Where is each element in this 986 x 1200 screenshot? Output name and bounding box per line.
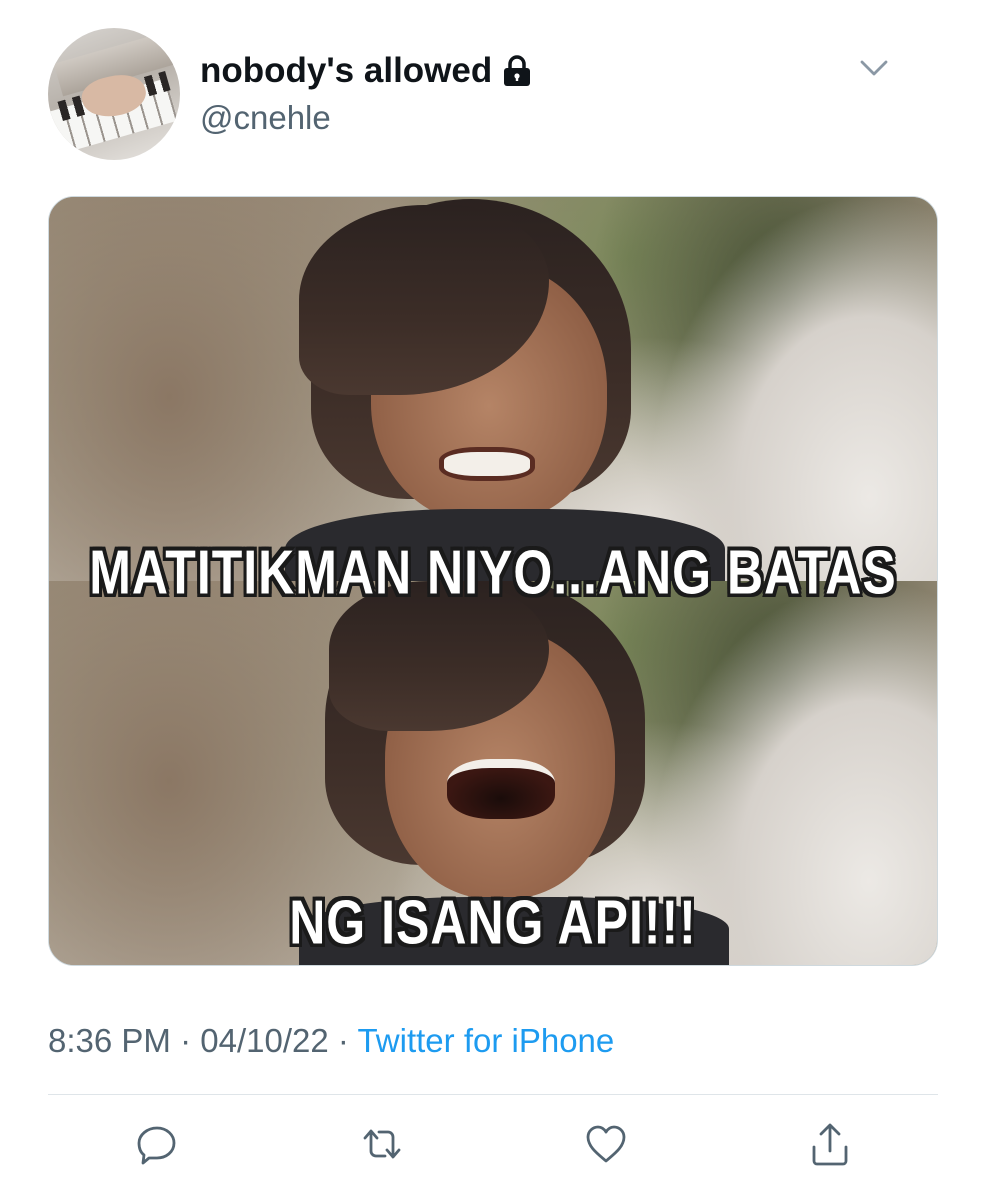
divider [48,1094,938,1095]
tweet-time[interactable]: 8:36 PM [48,1022,171,1059]
mouth [447,759,555,819]
meme-panel-top [49,197,937,581]
display-name-row: nobody's allowed [200,50,532,92]
meme-caption-bottom: NG ISANG API!!! [289,887,697,957]
display-name: nobody's allowed [200,51,493,90]
meta-separator: · [180,1022,192,1059]
tweet-source[interactable]: Twitter for iPhone [357,1022,614,1059]
tweet-header: nobody's allowed @cnehle [48,28,948,160]
tweet-actions [0,1118,986,1178]
tweet-meta: 8:36 PM · 04/10/22 · Twitter for iPhone [48,1022,614,1060]
lock-icon [502,55,532,87]
reply-button[interactable] [129,1118,185,1174]
tweet-image[interactable]: MATITIKMAN NIYO...ANG BATAS NG ISANG API… [48,196,938,966]
heart-icon [583,1122,629,1171]
share-button[interactable] [802,1118,858,1174]
meme-caption-top: MATITIKMAN NIYO...ANG BATAS [89,537,897,607]
handle: @cnehle [200,99,331,136]
user-names[interactable]: nobody's allowed @cnehle [200,50,532,140]
chevron-down-icon[interactable] [856,50,892,86]
meta-separator: · [337,1022,349,1059]
share-icon [808,1121,852,1172]
retweet-button[interactable] [354,1118,410,1174]
mouth [439,447,535,481]
like-button[interactable] [578,1118,634,1174]
avatar[interactable] [48,28,180,160]
tweet-date[interactable]: 04/10/22 [200,1022,328,1059]
retweet-icon [359,1122,405,1171]
reply-icon [135,1122,179,1171]
